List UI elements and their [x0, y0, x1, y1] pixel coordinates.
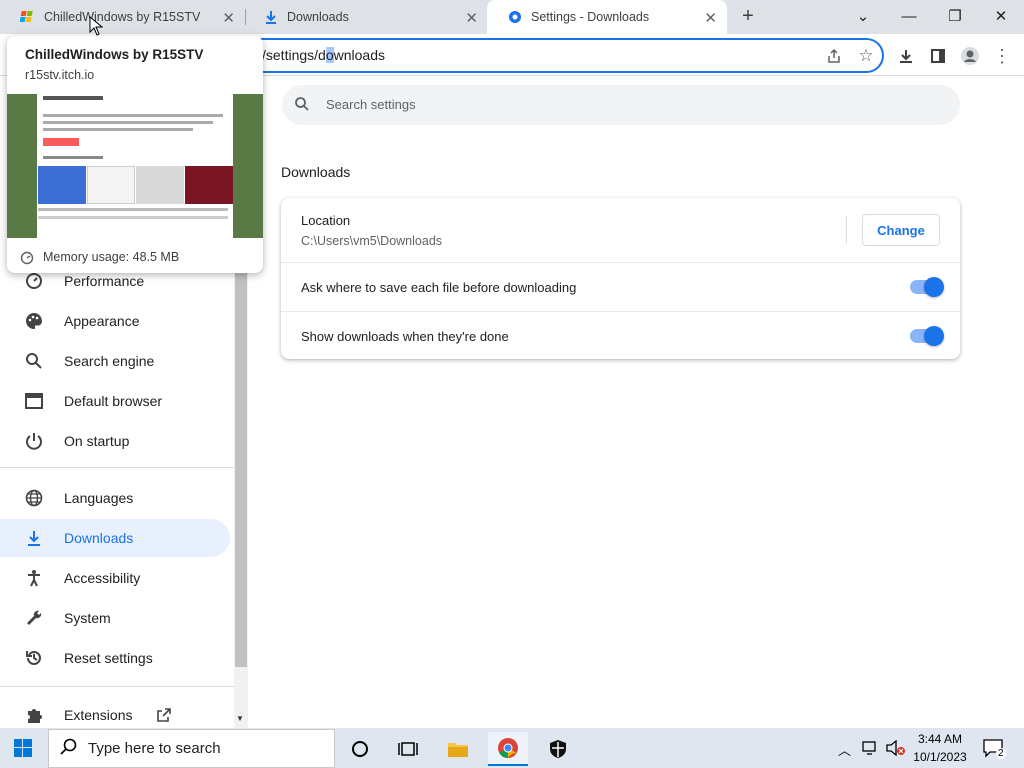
tab-search-button[interactable]: ⌄ — [840, 0, 886, 32]
tab-title: Downloads — [287, 10, 349, 24]
restore-button[interactable]: ❐ — [932, 0, 978, 32]
hover-card-title: ChilledWindows by R15STV — [25, 47, 204, 62]
sidebar-item-label: Appearance — [64, 313, 140, 329]
sidebar-item-label: Default browser — [64, 393, 163, 409]
search-placeholder: Search settings — [326, 97, 416, 112]
sidebar-item-downloads[interactable]: Downloads — [0, 519, 230, 557]
file-explorer-icon[interactable] — [438, 732, 478, 766]
change-location-button[interactable]: Change — [862, 214, 940, 246]
open-in-new-icon — [156, 707, 172, 723]
chrome-icon[interactable] — [488, 732, 528, 766]
new-tab-button[interactable]: + — [736, 4, 760, 28]
sidebar-item-on-startup[interactable]: On startup — [0, 422, 230, 460]
scroll-down-arrow[interactable]: ▼ — [236, 714, 244, 723]
taskbar-search-placeholder: Type here to search — [88, 740, 221, 757]
minimize-button[interactable]: — — [886, 0, 932, 32]
network-icon[interactable] — [862, 740, 880, 761]
ask-where-label: Ask where to save each file before downl… — [301, 280, 577, 295]
accessibility-icon — [24, 569, 44, 587]
toggle-knob — [924, 277, 944, 297]
browser-icon — [24, 392, 44, 410]
sidebar-item-label: Extensions — [64, 707, 133, 723]
notification-count-badge: 2 — [996, 748, 1006, 759]
close-icon[interactable]: ✕ — [704, 9, 717, 27]
search-icon — [60, 738, 78, 761]
sidebar-divider — [0, 686, 234, 687]
location-path: C:\Users\vm5\Downloads — [301, 234, 443, 248]
tab-title: Settings - Downloads — [531, 10, 650, 24]
clock-time[interactable]: 3:44 AM — [908, 732, 972, 746]
sidebar-item-label: Accessibility — [64, 570, 141, 586]
download-icon — [263, 9, 279, 25]
tab-settings-downloads[interactable]: Settings - Downloads ✕ — [487, 0, 727, 34]
tab-preview-thumbnail — [7, 94, 263, 238]
memory-usage: Memory usage: 48.5 MB — [43, 250, 180, 264]
sidebar-item-appearance[interactable]: Appearance — [0, 302, 230, 340]
sidebar-item-label: System — [64, 610, 111, 626]
scrollbar-thumb[interactable] — [235, 260, 247, 667]
history-icon — [24, 649, 44, 667]
close-icon[interactable]: ✕ — [222, 9, 235, 27]
tab-chilledwindows[interactable]: ChilledWindows by R15STV ✕ — [0, 0, 245, 34]
sidebar-divider — [0, 467, 234, 468]
security-shield-icon[interactable] — [538, 732, 578, 766]
speedometer-icon — [24, 272, 44, 290]
close-window-button[interactable]: ✕ — [978, 0, 1024, 32]
ask-where-toggle[interactable] — [910, 277, 944, 297]
sidebar-item-system[interactable]: System — [0, 599, 230, 637]
memory-icon — [20, 251, 34, 270]
palette-icon — [24, 312, 44, 330]
url-part: d — [318, 47, 326, 63]
url-text[interactable]: /settings/downloads — [262, 47, 385, 63]
power-icon — [24, 432, 44, 450]
task-view-icon[interactable] — [388, 732, 428, 766]
url-prefix: /settings/ — [262, 47, 319, 63]
sidebar-item-label: Reset settings — [64, 650, 153, 666]
search-icon — [24, 352, 44, 370]
location-label: Location — [301, 213, 351, 228]
tab-downloads[interactable]: Downloads ✕ — [243, 0, 488, 34]
sidebar-item-accessibility[interactable]: Accessibility — [0, 559, 230, 597]
toggle-knob — [924, 326, 944, 346]
section-title: Downloads — [281, 164, 351, 180]
mouse-cursor — [89, 15, 104, 41]
sidebar-item-default-browser[interactable]: Default browser — [0, 382, 230, 420]
sidebar-item-label: Performance — [64, 273, 145, 289]
volume-muted-icon[interactable] — [886, 739, 906, 761]
url-part: wnloads — [333, 47, 385, 63]
show-downloads-toggle[interactable] — [910, 326, 944, 346]
sidebar-item-search-engine[interactable]: Search engine — [0, 342, 230, 380]
sidebar-item-label: Languages — [64, 490, 134, 506]
profile-avatar[interactable] — [958, 44, 982, 68]
sidebar-item-label: Search engine — [64, 353, 155, 369]
share-icon[interactable] — [822, 44, 846, 68]
side-panel-icon[interactable] — [926, 44, 950, 68]
search-icon — [294, 96, 310, 117]
download-icon — [24, 529, 44, 547]
downloads-icon[interactable] — [894, 44, 918, 68]
row-divider — [281, 262, 960, 263]
menu-dots-icon[interactable]: ⋮ — [990, 44, 1014, 68]
close-icon[interactable]: ✕ — [465, 9, 478, 27]
row-divider — [281, 311, 960, 312]
puzzle-icon — [24, 706, 44, 724]
show-hidden-icons-chevron[interactable]: ︿ — [838, 740, 851, 759]
show-downloads-label: Show downloads when they're done — [301, 329, 509, 344]
divider — [846, 216, 847, 244]
windows-start-icon[interactable] — [14, 739, 32, 762]
hover-card-domain: r15stv.itch.io — [25, 68, 95, 82]
url-highlight: o — [325, 47, 334, 63]
wrench-icon — [24, 609, 44, 627]
sidebar-item-label: On startup — [64, 433, 130, 449]
globe-icon — [24, 489, 44, 507]
gear-icon — [507, 9, 523, 25]
sidebar-item-label: Downloads — [64, 530, 134, 546]
sidebar-item-reset-settings[interactable]: Reset settings — [0, 639, 230, 677]
tab-title: ChilledWindows by R15STV — [44, 10, 201, 24]
task-view-circle-icon[interactable] — [340, 732, 380, 766]
sidebar-item-languages[interactable]: Languages — [0, 479, 230, 517]
app-icon — [20, 9, 36, 25]
clock-date[interactable]: 10/1/2023 — [908, 750, 972, 764]
bookmark-star-icon[interactable]: ☆ — [854, 44, 878, 68]
